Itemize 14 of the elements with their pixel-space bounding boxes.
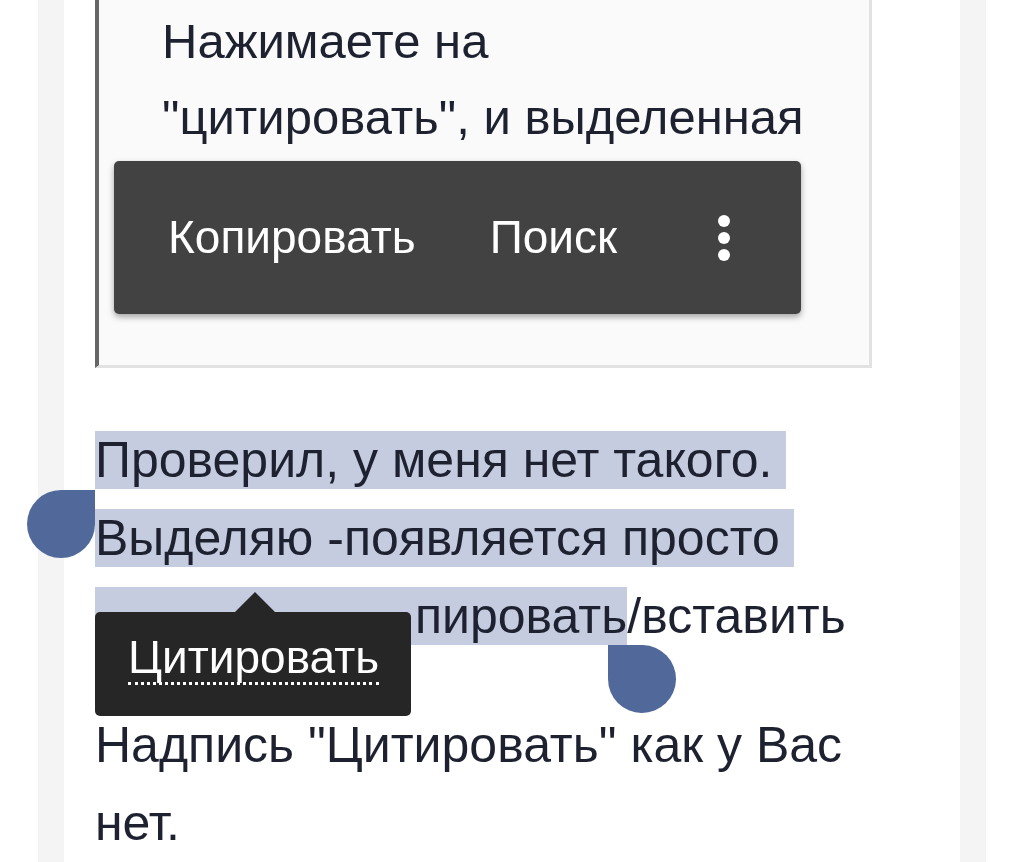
body-text: нет.	[95, 794, 180, 852]
selected-text: Проверил, у меня нет такого.	[95, 431, 787, 489]
quote-button[interactable]: Цитировать	[128, 632, 380, 685]
quote-text-line: "цитировать", и выделенная	[162, 89, 804, 147]
selection-start-handle[interactable]	[26, 490, 95, 558]
menu-item[interactable]: Копировать	[168, 203, 416, 272]
quote-text-line: Нажимаете на	[162, 13, 489, 71]
body-text: /вставить	[627, 587, 846, 645]
selected-text: пировать	[415, 587, 628, 645]
menu-item[interactable]: Поиск	[489, 203, 618, 272]
more-options-icon[interactable]	[717, 214, 732, 261]
selected-text: Выделяю -появляется просто	[95, 509, 794, 567]
selection-end-handle[interactable]	[608, 645, 677, 713]
body-text: Надпись "Цитировать" как у Вас	[95, 716, 843, 774]
